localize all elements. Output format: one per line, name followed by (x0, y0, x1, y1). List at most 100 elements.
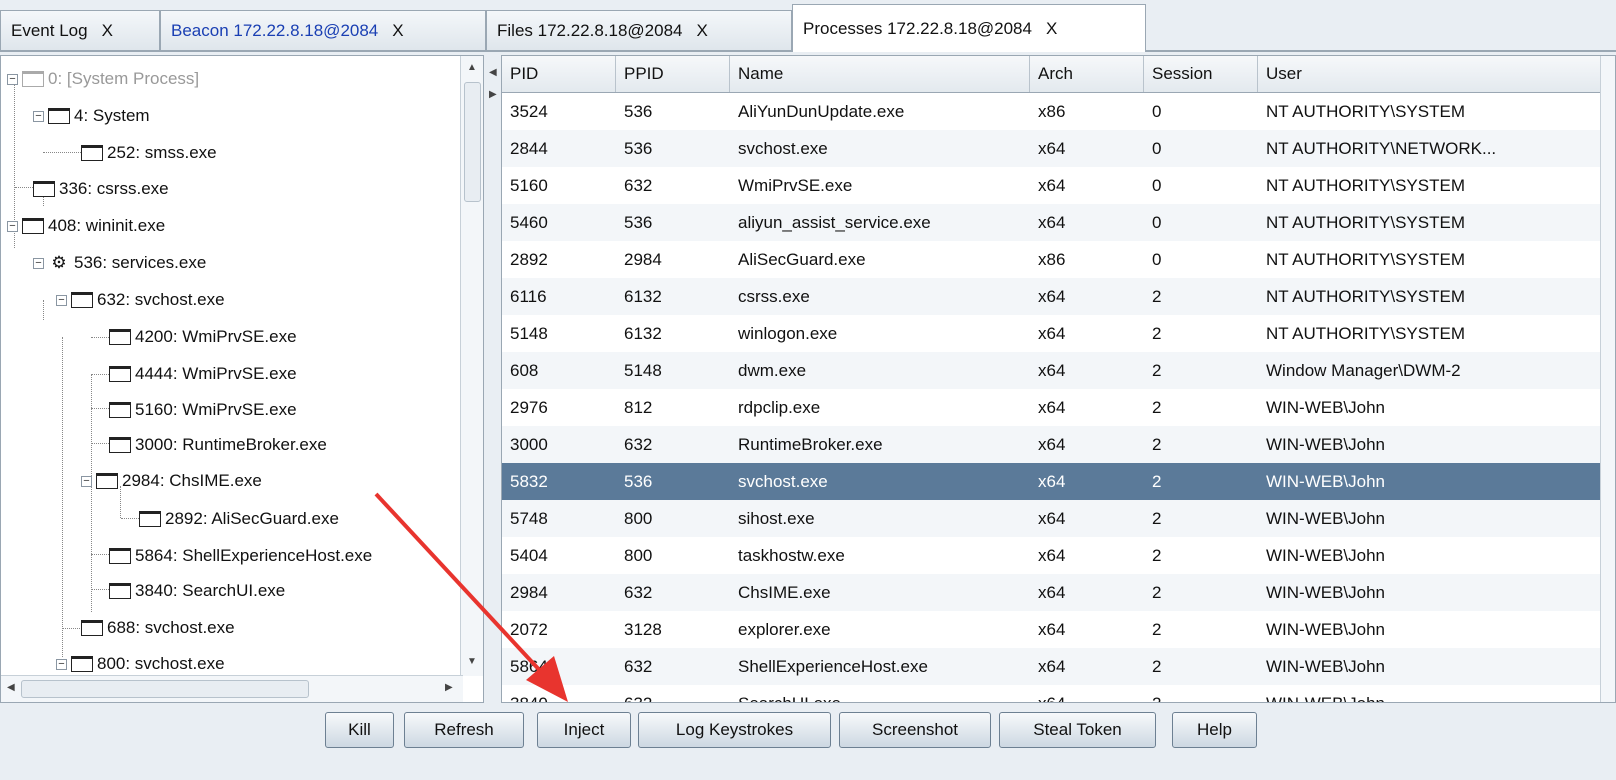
cell-user: WIN-WEB\John (1266, 509, 1386, 528)
log-keystrokes-button[interactable]: Log Keystrokes (638, 712, 831, 748)
tree-node[interactable]: − 632: svchost.exe (56, 285, 225, 315)
cell-session: 2 (1152, 287, 1162, 306)
collapse-icon[interactable]: − (56, 658, 67, 670)
collapse-icon[interactable]: − (33, 110, 44, 122)
table-row[interactable]: 5748 800 sihost.exe x64 2 WIN-WEB\John (502, 500, 1602, 537)
close-icon[interactable]: X (102, 21, 113, 41)
tree-node[interactable]: 2892: AliSecGuard.exe (139, 504, 339, 534)
tree-node[interactable]: 336: csrss.exe (33, 174, 169, 204)
cell-user: NT AUTHORITY\SYSTEM (1266, 102, 1465, 121)
cell-arch: x64 (1038, 176, 1066, 195)
table-row[interactable]: 5404 800 taskhostw.exe x64 2 WIN-WEB\John (502, 537, 1602, 574)
help-button[interactable]: Help (1172, 712, 1257, 748)
tree-node[interactable]: − 0: [System Process] (7, 64, 199, 94)
scroll-up-icon[interactable]: ▲ (467, 62, 477, 73)
table-row[interactable]: 3840632SearchUI.exex642WIN-WEB\John (502, 685, 1602, 702)
tree-node[interactable]: − 408: wininit.exe (7, 211, 165, 241)
collapse-icon[interactable]: − (7, 73, 18, 85)
table-row[interactable]: 3000 632 RuntimeBroker.exe x64 2 WIN-WEB\John (502, 426, 1602, 463)
table-row[interactable]: 2892 2984 AliSecGuard.exe x86 0 NT AUTHORITY\… (502, 241, 1602, 278)
tree-horizontal-scrollbar[interactable]: ◀ ▶ (1, 675, 463, 702)
cell-session: 0 (1152, 139, 1162, 158)
tree-node[interactable]: − 2984: ChsIME.exe (81, 466, 262, 496)
cell-pid: 5460 (510, 213, 548, 232)
close-icon[interactable]: X (697, 21, 708, 41)
process-table[interactable]: PID PPID Name Arch Session User 3524 536 A… (501, 55, 1616, 703)
close-icon[interactable]: X (392, 21, 403, 41)
table-row[interactable]: 5160 632 WmiPrvSE.exe x64 0 NT AUTHORITY\SYST… (502, 167, 1602, 204)
collapse-icon[interactable]: − (7, 220, 18, 232)
table-row[interactable]: 608 5148 dwm.exe x64 2 Window Manager\DWM-2 (502, 352, 1602, 389)
tree-node[interactable]: 252: smss.exe (81, 138, 217, 168)
cell-pid: 2072 (510, 620, 548, 639)
column-header-arch[interactable]: Arch (1030, 56, 1144, 92)
tree-connector (91, 374, 109, 375)
tree-node[interactable]: 3840: SearchUI.exe (109, 576, 285, 606)
cell-ppid: 2984 (624, 250, 662, 269)
tree-node[interactable]: 3000: RuntimeBroker.exe (109, 430, 327, 460)
tree-vertical-scrollbar[interactable]: ▲ ▼ (460, 56, 483, 676)
tree-node[interactable]: 5160: WmiPrvSE.exe (109, 395, 297, 425)
tree-node[interactable]: − ⚙ 536: services.exe (33, 248, 206, 278)
collapse-icon[interactable]: − (56, 294, 67, 306)
table-vertical-scrollbar[interactable] (1600, 56, 1615, 702)
tab-processes[interactable]: Processes 172.22.8.18@2084 X (792, 4, 1146, 52)
inject-button[interactable]: Inject (537, 712, 631, 748)
cell-user: WIN-WEB\John (1266, 398, 1386, 417)
cell-ppid: 6132 (624, 324, 662, 343)
cell-arch: x64 (1038, 435, 1066, 454)
table-row[interactable]: 2844 536 svchost.exe x64 0 NT AUTHORITY\NETWO… (502, 130, 1602, 167)
table-row[interactable]: 5864 632 ShellExperienceHost.exe x64 2 WIN-WE… (502, 648, 1602, 685)
collapse-icon[interactable]: − (81, 475, 92, 487)
tree-node[interactable]: 688: svchost.exe (81, 613, 235, 643)
cell-name: WmiPrvSE.exe (738, 176, 853, 195)
scroll-left-icon[interactable]: ◀ (7, 682, 15, 693)
column-header-ppid[interactable]: PPID (616, 56, 730, 92)
cell-ppid: 632 (616, 685, 730, 702)
tree-connector (91, 443, 109, 444)
cell-arch: x64 (1038, 139, 1066, 158)
process-tree[interactable]: − 0: [System Process] − 4: System 252: sms… (0, 55, 484, 703)
cell-arch: x64 (1038, 324, 1066, 343)
table-row[interactable]: 2976 812 rdpclip.exe x64 2 WIN-WEB\John (502, 389, 1602, 426)
cell-arch: x64 (1038, 361, 1066, 380)
table-row[interactable]: 6116 6132 csrss.exe x64 2 NT AUTHORITY\SYSTEM (502, 278, 1602, 315)
steal-token-button[interactable]: Steal Token (999, 712, 1156, 748)
cell-pid: 5864 (510, 657, 548, 676)
tree-node[interactable]: 4444: WmiPrvSE.exe (109, 359, 297, 389)
scroll-right-icon[interactable]: ▶ (445, 682, 453, 693)
scrollbar-thumb[interactable] (21, 680, 309, 698)
column-header-name[interactable]: Name (730, 56, 1030, 92)
screenshot-button[interactable]: Screenshot (839, 712, 991, 748)
table-row[interactable]: 2072 3128 explorer.exe x64 2 WIN-WEB\John (502, 611, 1602, 648)
tree-node[interactable]: − 4: System (33, 101, 150, 131)
table-row[interactable]: 5148 6132 winlogon.exe x64 2 NT AUTHORITY\SYS… (502, 315, 1602, 352)
table-row[interactable]: 2984 632 ChsIME.exe x64 2 WIN-WEB\John (502, 574, 1602, 611)
tree-node[interactable]: 5864: ShellExperienceHost.exe (109, 541, 372, 571)
cell-name: sihost.exe (738, 509, 815, 528)
collapse-left-icon[interactable]: ◀ (489, 67, 497, 78)
tree-connector (62, 628, 80, 629)
tree-node[interactable]: 4200: WmiPrvSE.exe (109, 322, 297, 352)
cell-pid: 3524 (510, 102, 548, 121)
collapse-right-icon[interactable]: ▶ (489, 89, 497, 100)
tab-event-log[interactable]: Event Log X (0, 10, 160, 50)
table-row[interactable]: 3524 536 AliYunDunUpdate.exe x86 0 NT AUTHORI… (502, 93, 1602, 130)
column-header-session[interactable]: Session (1144, 56, 1258, 92)
kill-button[interactable]: Kill (325, 712, 394, 748)
refresh-button[interactable]: Refresh (404, 712, 524, 748)
collapse-icon[interactable]: − (33, 257, 44, 269)
column-header-user[interactable]: User (1258, 56, 1602, 92)
close-icon[interactable]: X (1046, 19, 1057, 39)
cell-arch: x64 (1030, 685, 1144, 702)
tab-beacon[interactable]: Beacon 172.22.8.18@2084 X (160, 10, 486, 50)
cell-arch: x64 (1038, 287, 1066, 306)
table-row[interactable]: 5832 536 svchost.exe x64 2 WIN-WEB\John (502, 463, 1602, 500)
scrollbar-thumb[interactable] (464, 82, 481, 202)
scroll-down-icon[interactable]: ▼ (467, 656, 477, 667)
column-header-pid[interactable]: PID (502, 56, 616, 92)
table-row[interactable]: 5460 536 aliyun_assist_service.exe x64 0 NT A… (502, 204, 1602, 241)
tab-files[interactable]: Files 172.22.8.18@2084 X (486, 10, 792, 50)
split-pane-divider[interactable]: ◀ ▶ (486, 55, 500, 703)
cell-pid: 5160 (510, 176, 548, 195)
